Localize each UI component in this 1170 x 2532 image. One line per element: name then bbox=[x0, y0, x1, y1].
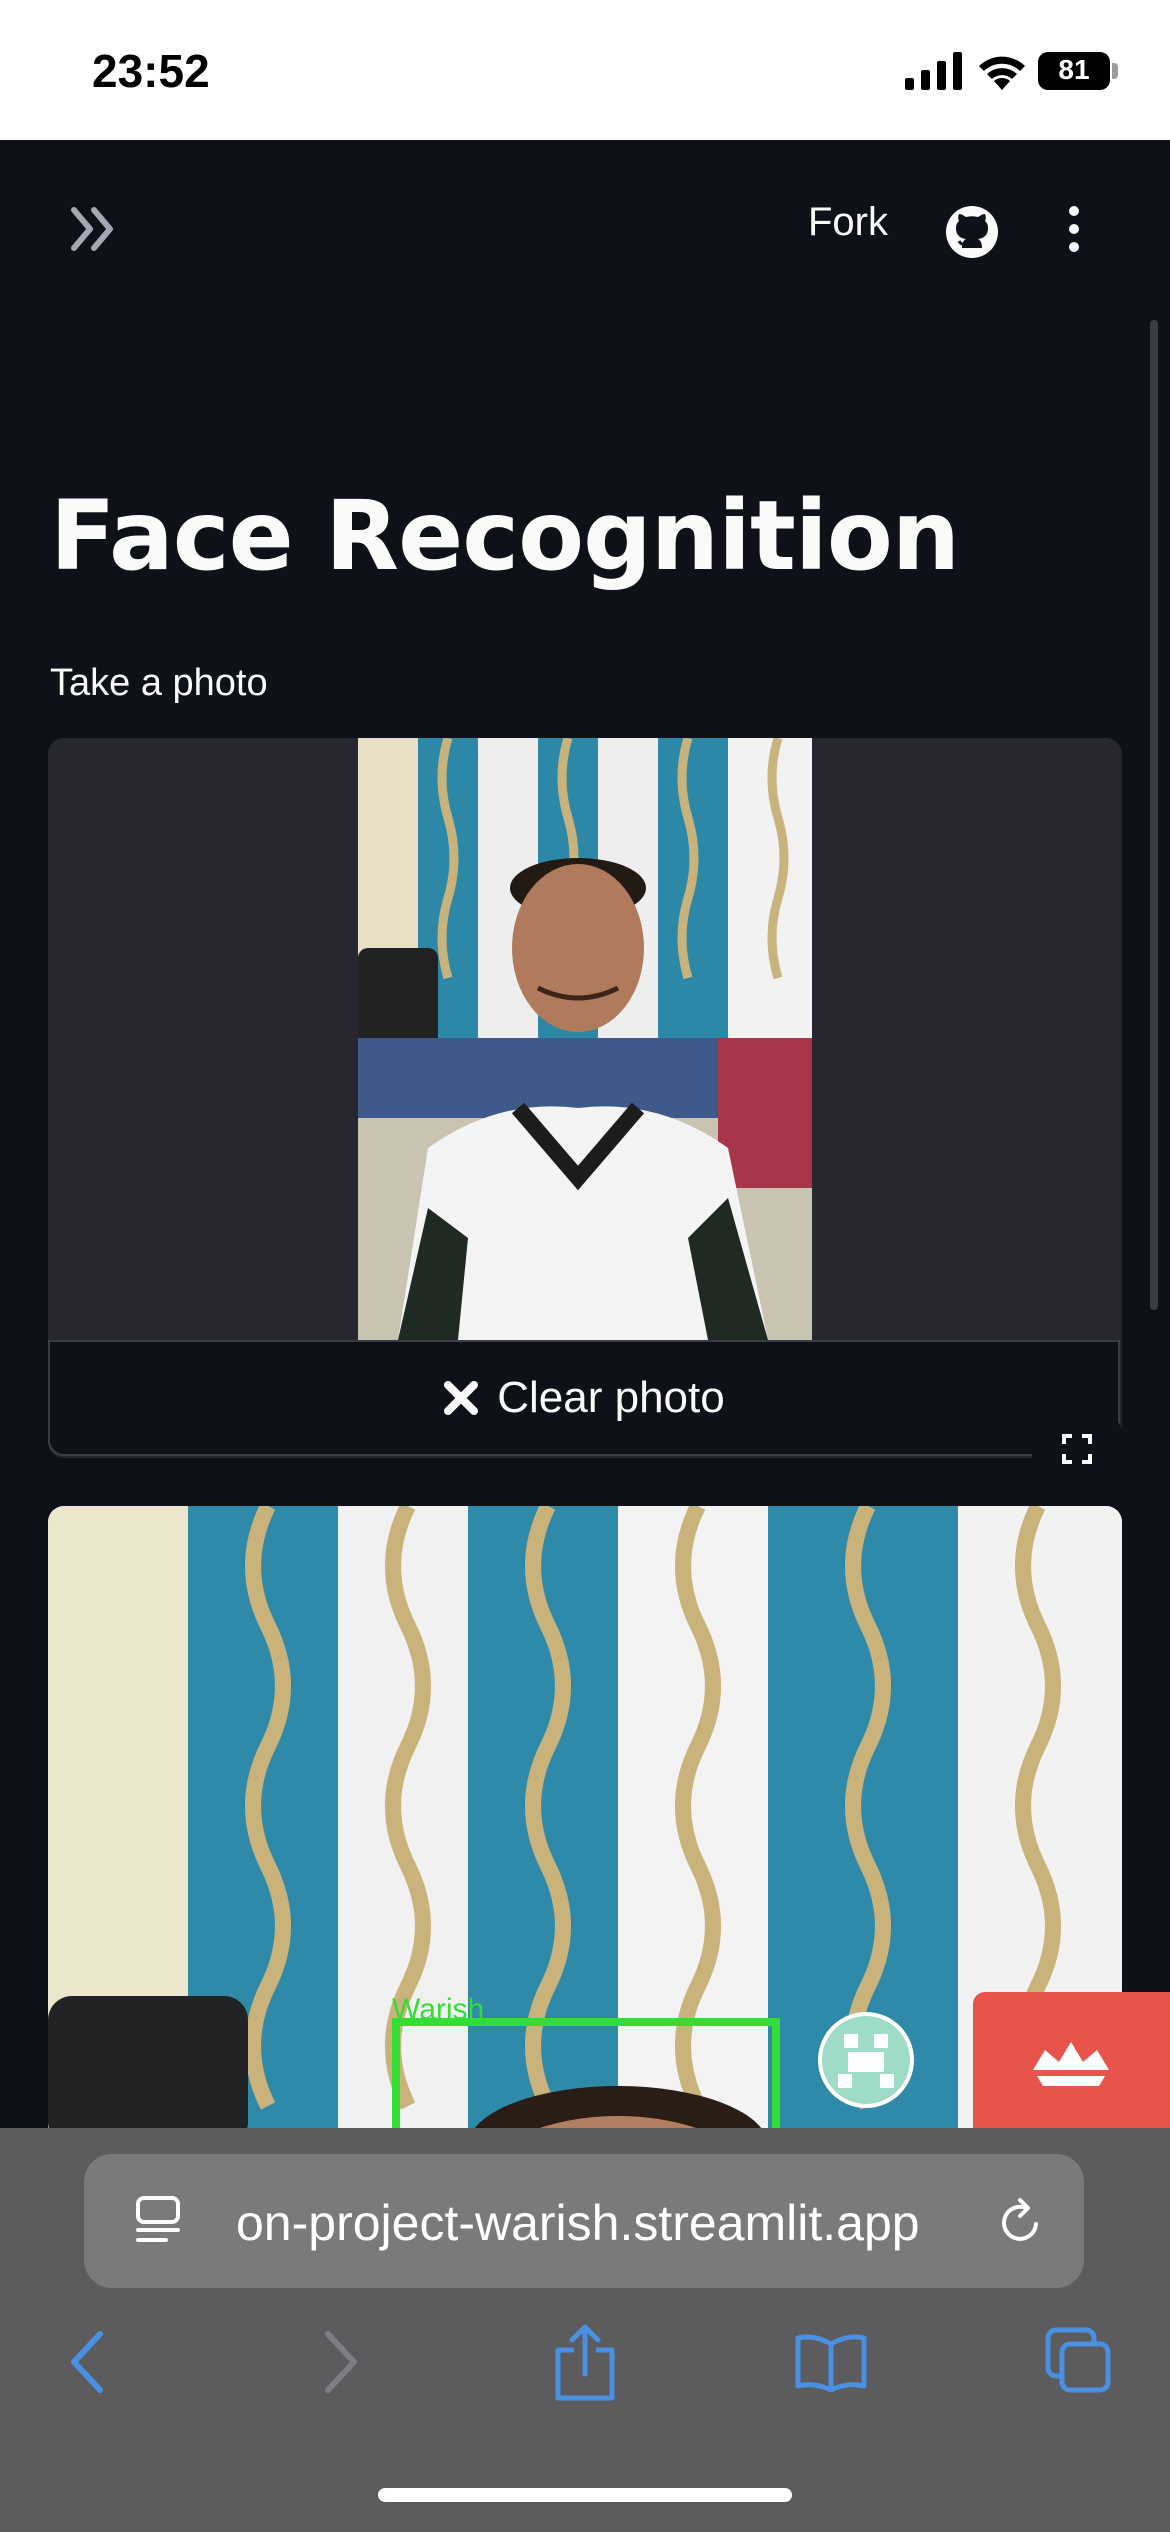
home-indicator bbox=[378, 2488, 792, 2502]
back-icon[interactable] bbox=[68, 2330, 108, 2394]
captured-photo bbox=[358, 738, 812, 1340]
url-text[interactable]: on-project-warish.streamlit.app bbox=[236, 2194, 956, 2252]
fullscreen-button[interactable] bbox=[1032, 1418, 1122, 1480]
streamlit-badge[interactable] bbox=[973, 1992, 1170, 2132]
page-scrollbar[interactable] bbox=[1150, 320, 1158, 1310]
forward-icon[interactable] bbox=[320, 2330, 360, 2394]
streamlit-crown-icon bbox=[1033, 2042, 1109, 2086]
cellular-signal-icon bbox=[905, 52, 962, 90]
status-time: 23:52 bbox=[92, 45, 210, 97]
battery-cap bbox=[1112, 63, 1118, 79]
camera-input-label: Take a photo bbox=[50, 662, 268, 704]
camera-input: Clear photo bbox=[48, 738, 1122, 1458]
reader-mode-icon[interactable] bbox=[134, 2194, 184, 2248]
page-title: Face Recognition bbox=[50, 480, 960, 592]
status-bar: 23:52 81 bbox=[0, 0, 1170, 140]
fork-button[interactable]: Fork bbox=[808, 200, 888, 245]
reload-icon[interactable] bbox=[996, 2194, 1046, 2248]
github-icon[interactable] bbox=[944, 204, 1000, 260]
tabs-icon[interactable] bbox=[1044, 2326, 1114, 2396]
more-options-icon[interactable] bbox=[1060, 206, 1088, 252]
bookmarks-icon[interactable] bbox=[794, 2332, 868, 2392]
share-icon[interactable] bbox=[552, 2322, 618, 2402]
recognition-result-image: Warish bbox=[48, 1506, 1122, 2146]
clear-photo-label: Clear photo bbox=[497, 1373, 725, 1422]
fullscreen-icon bbox=[1062, 1434, 1092, 1464]
avatar-icon bbox=[822, 2016, 910, 2104]
battery-level: 81 bbox=[1058, 54, 1090, 85]
detection-name-label: Warish bbox=[392, 1993, 485, 2026]
expand-sidebar-icon[interactable] bbox=[70, 206, 118, 252]
clear-photo-button[interactable]: Clear photo bbox=[48, 1340, 1120, 1456]
wifi-icon bbox=[979, 56, 1025, 90]
avatar[interactable] bbox=[818, 2012, 914, 2108]
close-icon bbox=[444, 1381, 479, 1415]
battery-icon: 81 bbox=[1038, 52, 1110, 90]
